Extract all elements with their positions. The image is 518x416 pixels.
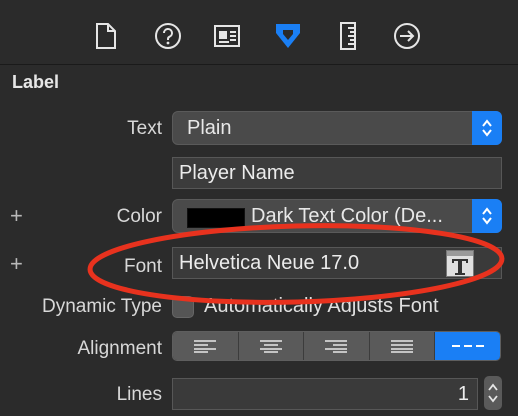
size-inspector-button[interactable] (328, 18, 368, 54)
attributes-inspector-button[interactable] (268, 18, 308, 54)
connections-inspector-button[interactable] (387, 18, 427, 54)
align-justify-icon (391, 340, 414, 353)
align-center-button[interactable] (238, 332, 305, 360)
color-add-variation-icon[interactable]: + (10, 205, 23, 227)
identity-icon (214, 25, 240, 47)
text-type-value: Plain (187, 117, 232, 139)
connections-icon (394, 23, 420, 49)
align-natural-icon (451, 345, 484, 347)
align-natural-button[interactable] (435, 332, 500, 360)
file-inspector-button[interactable] (86, 18, 126, 54)
lines-value: 1 (457, 383, 469, 405)
popup-arrows-icon (472, 111, 502, 145)
identity-inspector-button[interactable] (207, 18, 247, 54)
text-content-field[interactable]: Player Name (172, 157, 502, 189)
help-icon (155, 23, 181, 49)
align-right-icon (325, 340, 348, 353)
font-add-variation-icon[interactable]: + (10, 253, 23, 275)
alignment-segmented-control[interactable] (172, 331, 501, 361)
align-left-icon (194, 340, 217, 353)
file-icon (96, 23, 116, 49)
section-title: Label (12, 72, 60, 92)
lines-label: Lines (116, 384, 162, 405)
lines-field[interactable]: 1 (172, 378, 478, 410)
text-label: Text (127, 118, 162, 139)
lines-stepper[interactable] (484, 376, 502, 410)
align-left-button[interactable] (173, 332, 239, 360)
attributes-icon (276, 24, 300, 48)
align-center-icon (259, 340, 282, 353)
alignment-label: Alignment (77, 338, 163, 359)
annotation-ellipse (87, 223, 505, 305)
text-content-value: Player Name (179, 162, 295, 184)
help-inspector-button[interactable] (148, 18, 188, 54)
stepper-arrows-icon (488, 383, 498, 403)
align-right-button[interactable] (304, 332, 370, 360)
inspector-toolbar (0, 0, 518, 65)
align-justify-button[interactable] (369, 332, 436, 360)
size-ruler-icon (340, 22, 356, 50)
text-type-popup[interactable]: Plain (172, 111, 502, 145)
